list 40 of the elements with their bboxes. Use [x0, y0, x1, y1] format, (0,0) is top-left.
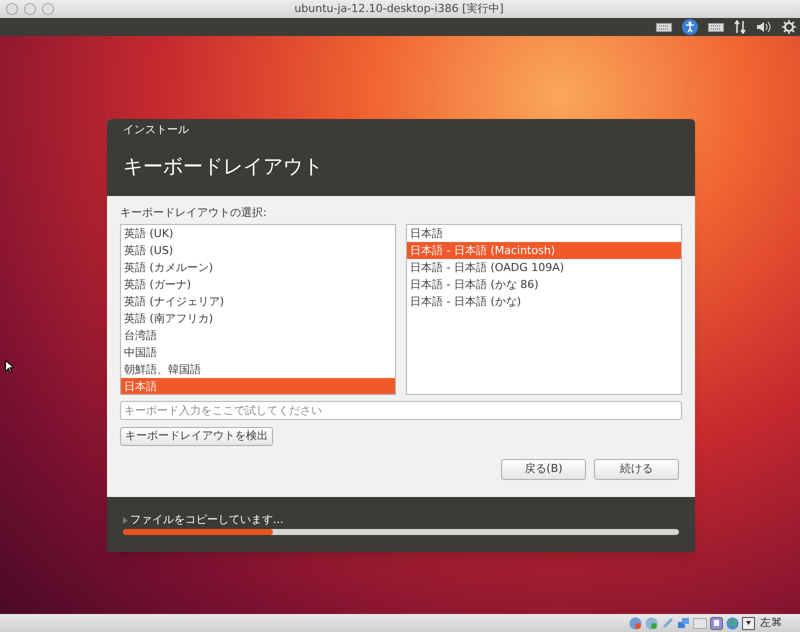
- list-item[interactable]: 英語 (カメルーン): [121, 259, 395, 276]
- list-item[interactable]: 英語 (UK): [121, 225, 395, 242]
- list-item[interactable]: 日本語 - 日本語 (OADG 109A): [407, 259, 681, 276]
- list-item[interactable]: 英語 (南アフリカ): [121, 310, 395, 327]
- host-key-label: 左⌘: [760, 614, 782, 631]
- keyboard-icon[interactable]: [708, 22, 724, 32]
- list-item[interactable]: 中国語: [121, 344, 395, 361]
- list-item[interactable]: 日本語 - 日本語 (かな 86): [407, 276, 681, 293]
- network-icon[interactable]: [677, 616, 690, 630]
- volume-icon[interactable]: [756, 21, 772, 33]
- expander-icon[interactable]: [123, 516, 128, 524]
- keyboard-icon[interactable]: [656, 22, 672, 32]
- list-item[interactable]: 日本語: [407, 225, 681, 242]
- list-item[interactable]: 朝鮮語、韓国語: [121, 361, 395, 378]
- detect-layout-button[interactable]: キーボードレイアウトを検出: [120, 427, 273, 446]
- gear-icon[interactable]: [782, 20, 796, 34]
- disc-icon[interactable]: [645, 616, 658, 630]
- page-heading: キーボードレイアウト: [123, 153, 324, 180]
- pen-icon[interactable]: [661, 616, 674, 630]
- list-item[interactable]: 台湾語: [121, 327, 395, 344]
- display-icon[interactable]: [710, 616, 723, 630]
- dialog-button[interactable]: 続ける: [594, 459, 679, 480]
- list-item[interactable]: 英語 (ナイジェリア): [121, 293, 395, 310]
- window-title: ubuntu-ja-12.10-desktop-i386 [実行中]: [293, 0, 505, 17]
- list-item[interactable]: 日本語 - 日本語 (かな): [407, 293, 681, 310]
- input-field[interactable]: キーボード入力をここで試してください: [120, 401, 682, 420]
- window-control-icon[interactable]: [42, 3, 54, 15]
- disk-icon[interactable]: [629, 616, 642, 630]
- transfer-arrows-icon[interactable]: [734, 20, 746, 34]
- dialog-button[interactable]: 戻る(B): [501, 459, 586, 480]
- list-item[interactable]: 英語 (ガーナ): [121, 276, 395, 293]
- list-label: キーボードレイアウトの選択:: [120, 205, 268, 221]
- progress-text: ファイルをコピーしています...: [130, 513, 284, 527]
- window-control-icon[interactable]: [6, 3, 18, 15]
- accessibility-icon[interactable]: [682, 19, 698, 35]
- download-icon[interactable]: [742, 616, 755, 630]
- mouse-pointer-icon: [5, 360, 14, 373]
- list-item[interactable]: 英語 (US): [121, 242, 395, 259]
- window-control-icon[interactable]: [24, 3, 36, 15]
- window-caption: インストール: [123, 122, 190, 138]
